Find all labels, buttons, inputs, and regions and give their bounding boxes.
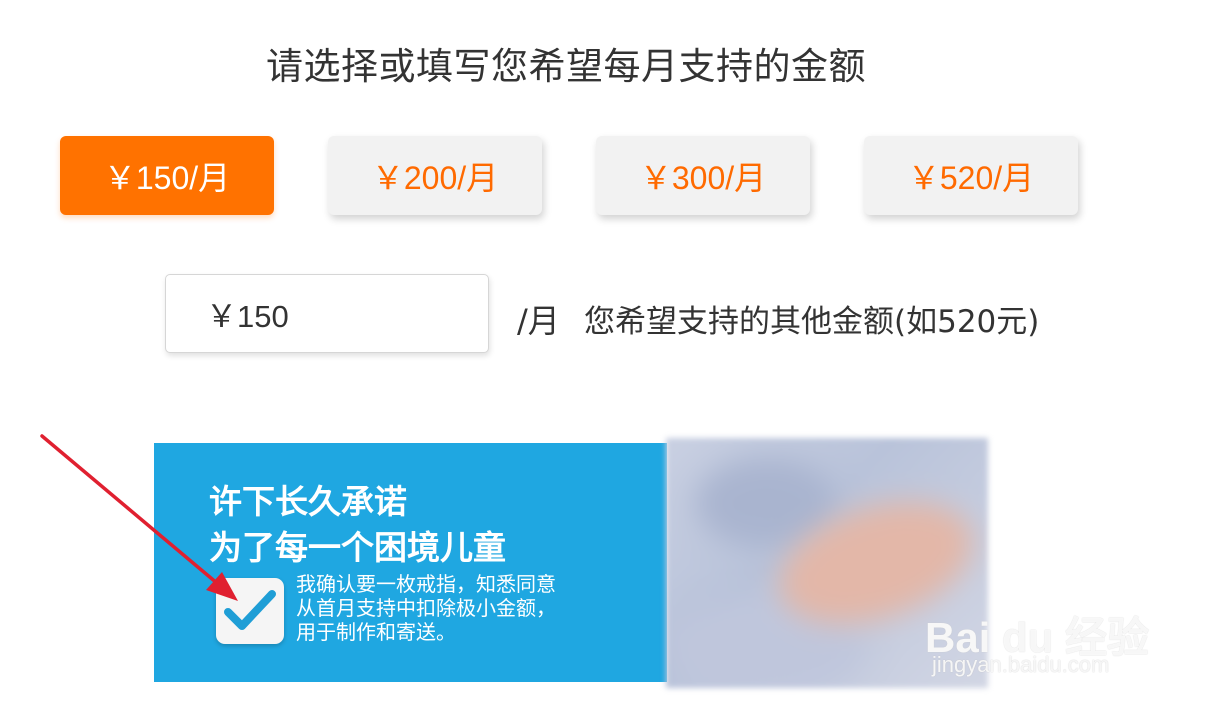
promo-heading-line1: 许下长久承诺 xyxy=(209,482,407,521)
consent-line-3: 用于制作和寄送。 xyxy=(296,620,456,644)
amount-option-300[interactable]: ￥300/月 xyxy=(596,136,810,215)
ring-promo-banner: 许下长久承诺 为了每一个困境儿童 我确认要一枚戒指，知悉同意 从首月支持中扣除极… xyxy=(154,443,667,682)
baidu-jingyan-watermark-url: jingyan.baidu.com xyxy=(932,652,1110,677)
custom-amount-unit: /月 xyxy=(517,302,560,340)
consent-text: 我确认要一枚戒指，知悉同意 从首月支持中扣除极小金额， 用于制作和寄送。 xyxy=(296,572,626,644)
promo-heading-line2: 为了每一个困境儿童 xyxy=(209,528,506,567)
consent-checkbox[interactable] xyxy=(216,578,284,644)
checkmark-icon xyxy=(224,590,276,630)
custom-amount-input[interactable] xyxy=(165,274,489,353)
consent-line-1: 我确认要一枚戒指，知悉同意 xyxy=(296,572,556,596)
amount-option-150[interactable]: ￥150/月 xyxy=(60,136,274,215)
amount-option-520[interactable]: ￥520/月 xyxy=(864,136,1078,215)
page-title: 请选择或填写您希望每月支持的金额 xyxy=(266,45,866,88)
custom-amount-hint: 您希望支持的其他金额(如520元) xyxy=(584,304,1040,340)
consent-line-2: 从首月支持中扣除极小金额， xyxy=(296,596,556,620)
amount-option-200[interactable]: ￥200/月 xyxy=(328,136,542,215)
